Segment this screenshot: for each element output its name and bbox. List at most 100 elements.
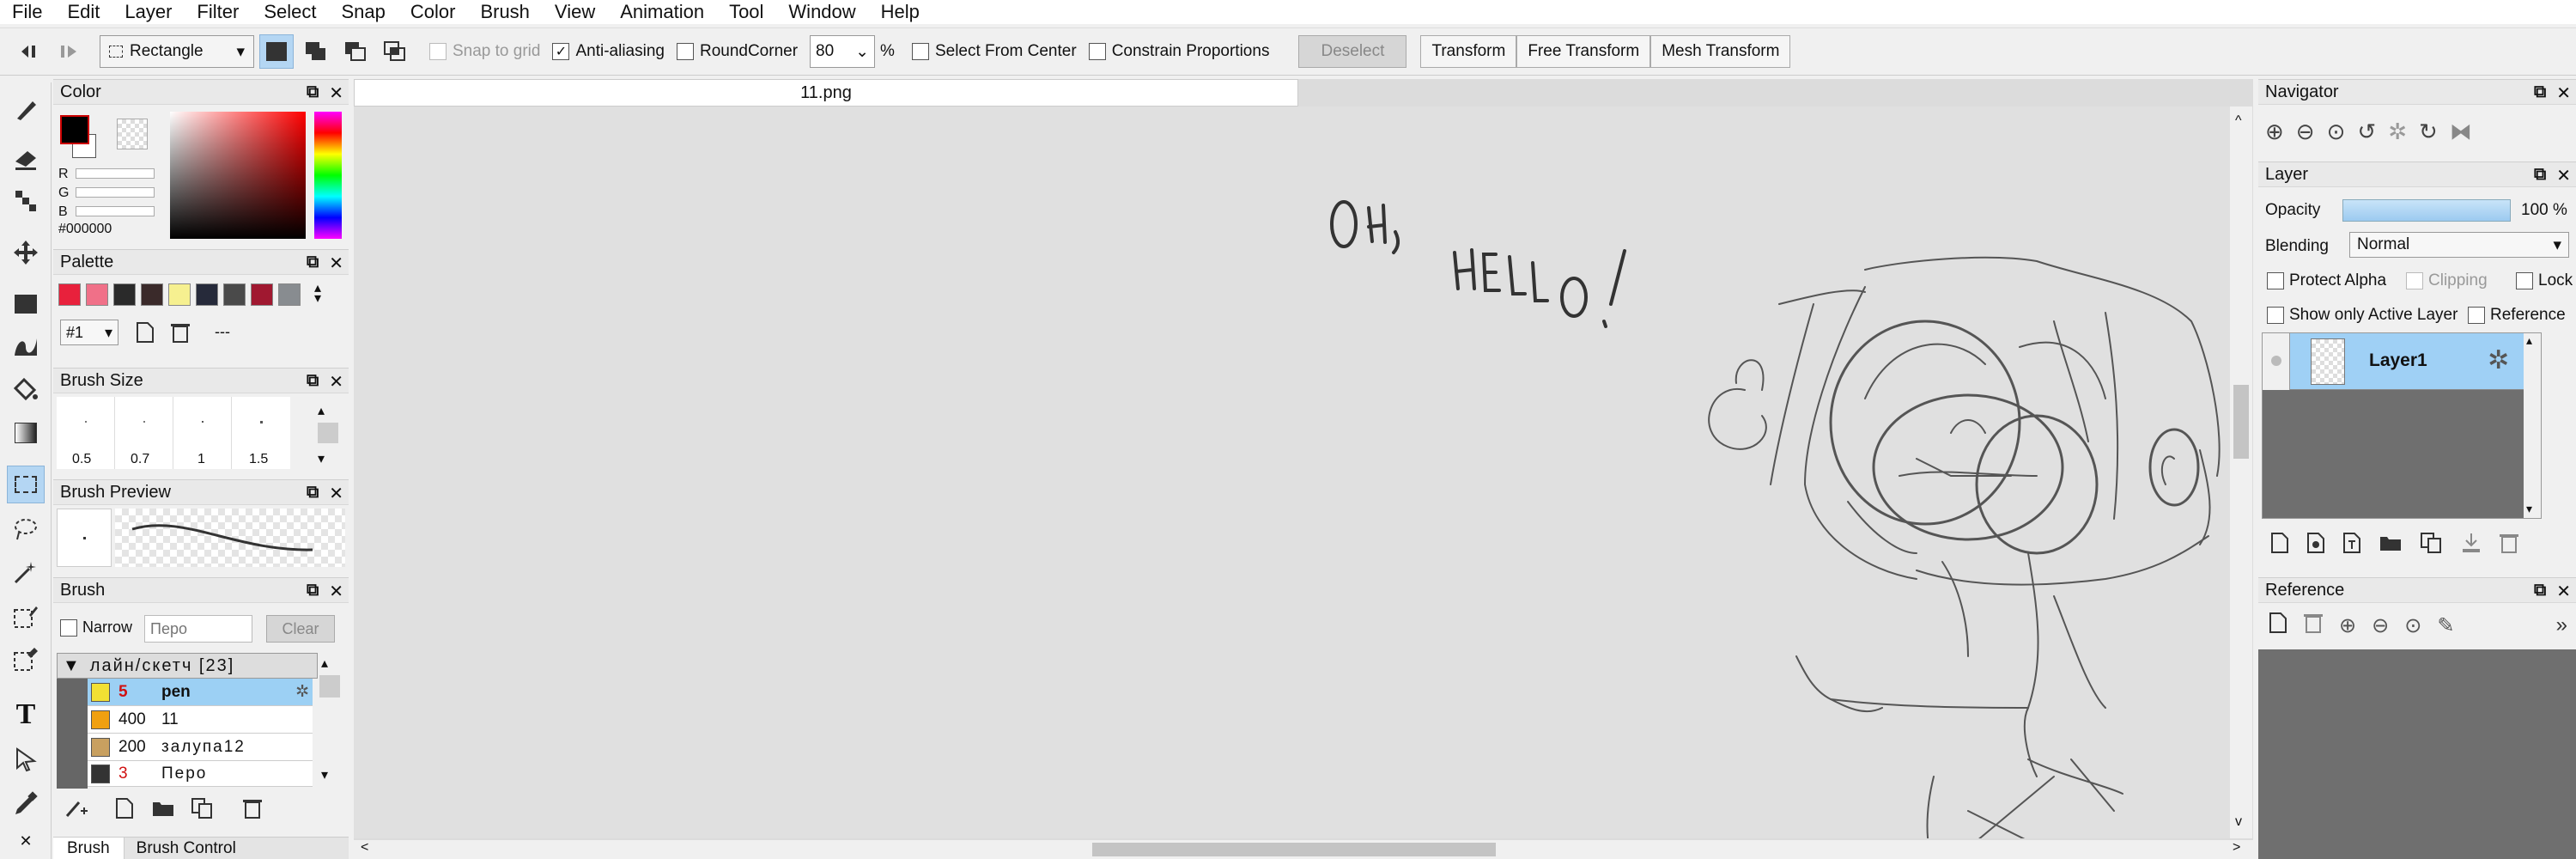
close-icon[interactable]: ✕ <box>329 483 343 504</box>
folder-icon[interactable] <box>151 799 175 823</box>
opacity-slider[interactable] <box>2342 199 2511 222</box>
select-pen-tool-icon[interactable] <box>7 598 45 636</box>
clipping-checkbox[interactable] <box>2406 272 2423 289</box>
palette-swatch[interactable] <box>86 283 108 306</box>
deselect-button[interactable]: Deselect <box>1298 35 1407 68</box>
selection-mode-subtract-icon[interactable] <box>338 34 373 69</box>
menu-select[interactable]: Select <box>252 1 329 23</box>
delete-palette-icon[interactable] <box>170 321 191 349</box>
snap-to-grid-option[interactable]: Snap to grid <box>429 42 540 61</box>
zoom-fit-icon[interactable]: ⊙ <box>2327 119 2346 145</box>
brush-size-cell[interactable]: 1.5 <box>232 397 290 469</box>
mesh-transform-button[interactable]: Mesh Transform <box>1650 35 1791 68</box>
tab-brush-control[interactable]: Brush Control <box>125 838 248 859</box>
new-palette-icon[interactable] <box>136 321 155 349</box>
zoom-in-icon[interactable]: ⊕ <box>2265 119 2284 145</box>
menu-window[interactable]: Window <box>776 1 868 23</box>
show-only-active-option[interactable]: Show only Active Layer <box>2267 306 2458 325</box>
menu-help[interactable]: Help <box>869 1 933 23</box>
eraser-tool-icon[interactable] <box>7 139 45 177</box>
eyedropper-tool-icon[interactable] <box>7 785 45 823</box>
lasso-tool-icon[interactable] <box>7 510 45 548</box>
merge-down-icon[interactable] <box>2461 532 2482 559</box>
narrow-option[interactable]: Narrow <box>60 618 132 637</box>
menu-snap[interactable]: Snap <box>329 1 398 23</box>
new-text-layer-icon[interactable] <box>2342 532 2361 559</box>
lock-checkbox[interactable] <box>2516 272 2533 289</box>
b-slider[interactable] <box>76 206 155 216</box>
show-only-active-checkbox[interactable] <box>2267 307 2284 324</box>
brush-size-cell[interactable]: 0.5 <box>57 397 115 469</box>
selection-mode-intersect-icon[interactable] <box>378 34 412 69</box>
operation-tool-icon[interactable] <box>7 740 45 778</box>
zoom-in-icon[interactable]: ⊕ <box>2339 613 2356 638</box>
anti-aliasing-checkbox[interactable]: ✓ <box>552 43 570 60</box>
palette-swatch[interactable] <box>278 283 301 306</box>
rotate-right-icon[interactable]: ↻ <box>2419 119 2438 145</box>
canvas-vertical-scrollbar[interactable]: ^ v <box>2230 107 2252 838</box>
curve-tool-icon[interactable] <box>7 328 45 366</box>
scroll-left-icon[interactable]: < <box>361 840 368 856</box>
close-icon[interactable]: ✕ <box>2556 581 2571 602</box>
close-icon[interactable]: ✕ <box>2556 82 2571 104</box>
g-slider[interactable] <box>76 187 155 198</box>
menu-filter[interactable]: Filter <box>185 1 252 23</box>
palette-swatch[interactable] <box>251 283 273 306</box>
gear-icon[interactable]: ✲ <box>295 682 309 702</box>
transform-button[interactable]: Transform <box>1420 35 1517 68</box>
constrain-proportions-option[interactable]: Constrain Proportions <box>1088 42 1269 61</box>
close-icon[interactable]: ✕ <box>329 371 343 393</box>
brush-size-cell[interactable]: 0.7 <box>115 397 173 469</box>
menu-animation[interactable]: Animation <box>608 1 717 23</box>
palette-swatch[interactable] <box>223 283 246 306</box>
brush-item[interactable]: 400 11 <box>88 706 313 734</box>
shape-select[interactable]: Rectangle ▾ <box>100 35 254 68</box>
palette-swatch[interactable] <box>113 283 136 306</box>
undo-icon[interactable] <box>12 34 46 69</box>
text-tool-icon[interactable]: T <box>7 696 45 734</box>
lock-option[interactable]: Lock <box>2516 271 2573 290</box>
transparent-color-swatch[interactable] <box>117 119 148 149</box>
close-icon[interactable]: ✕ <box>329 253 343 274</box>
protect-alpha-checkbox[interactable] <box>2267 272 2284 289</box>
float-icon[interactable]: ⧉ <box>2534 581 2546 602</box>
gear-icon[interactable]: ✲ <box>2488 345 2509 375</box>
rotate-left-icon[interactable]: ↺ <box>2357 119 2376 145</box>
clipping-option[interactable]: Clipping <box>2406 271 2488 290</box>
float-icon[interactable]: ⧉ <box>307 371 319 393</box>
rectangle-tool-icon[interactable] <box>7 285 45 323</box>
snap-to-grid-checkbox[interactable] <box>429 43 447 60</box>
palette-swatch[interactable] <box>168 283 191 306</box>
select-from-center-checkbox[interactable] <box>911 43 929 60</box>
menu-layer[interactable]: Layer <box>112 1 185 23</box>
float-icon[interactable]: ⧉ <box>307 253 319 274</box>
round-corner-value[interactable]: 80 ⌄ <box>810 35 876 68</box>
vertical-scroll-thumb[interactable] <box>2233 385 2249 459</box>
delete-brush-icon[interactable] <box>242 797 263 825</box>
palette-scroll-icon[interactable]: ▴ ▾ <box>314 282 321 306</box>
constrain-proportions-checkbox[interactable] <box>1088 43 1106 60</box>
tab-brush[interactable]: Brush <box>53 838 125 859</box>
layer-visibility-icon[interactable] <box>2263 333 2290 390</box>
new-layer-folder-icon[interactable] <box>2379 533 2403 557</box>
brush-size-cell[interactable]: 1 <box>173 397 232 469</box>
duplicate-layer-icon[interactable] <box>2420 532 2444 559</box>
scroll-up-icon[interactable]: ▴ <box>318 402 325 419</box>
layer-row-layer1[interactable]: Layer1 ✲ <box>2263 333 2524 390</box>
close-icon[interactable]: ✕ <box>2556 165 2571 186</box>
r-slider[interactable] <box>76 168 155 179</box>
magic-wand-tool-icon[interactable] <box>7 553 45 591</box>
move-tool-icon[interactable] <box>7 234 45 271</box>
anti-aliasing-option[interactable]: ✓ Anti-aliasing <box>552 42 665 61</box>
zoom-out-icon[interactable]: ⊖ <box>2296 119 2315 145</box>
new-layer-icon[interactable] <box>2270 532 2289 559</box>
clear-button[interactable]: Clear <box>266 615 335 643</box>
new-reference-icon[interactable] <box>2269 612 2287 640</box>
horizontal-scroll-thumb[interactable] <box>1092 843 1496 856</box>
free-transform-button[interactable]: Free Transform <box>1516 35 1651 68</box>
more-icon[interactable]: » <box>2556 613 2567 637</box>
zoom-out-icon[interactable]: ⊖ <box>2372 613 2389 638</box>
selection-mode-new-icon[interactable] <box>259 34 294 69</box>
scroll-up-icon[interactable]: ^ <box>2235 113 2242 129</box>
layer-list-scrollbar[interactable]: ▴ ▾ <box>2524 333 2541 518</box>
